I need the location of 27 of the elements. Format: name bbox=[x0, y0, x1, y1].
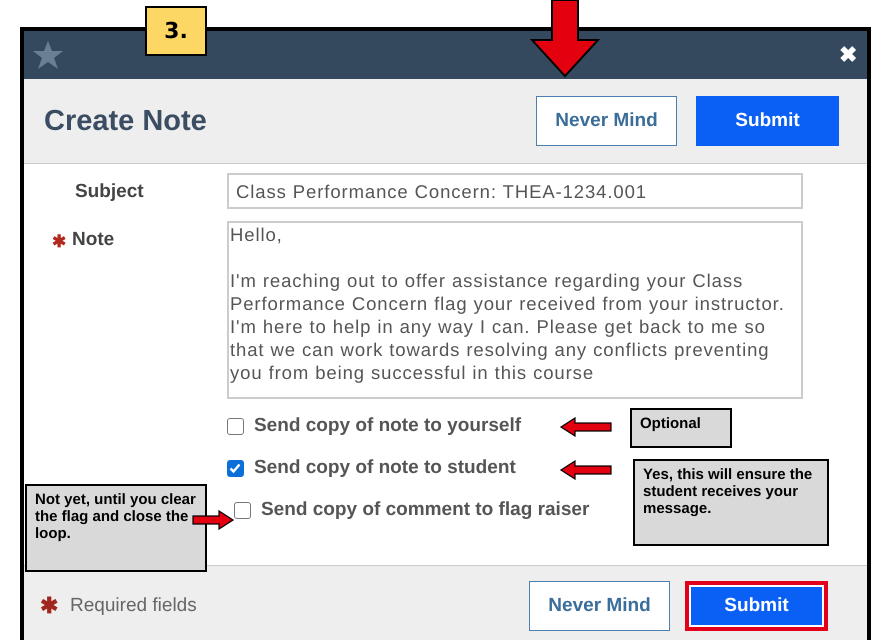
pointer-arrow bbox=[192, 510, 234, 530]
star-logo-icon bbox=[32, 39, 64, 71]
checkbox[interactable] bbox=[227, 418, 244, 434]
step-badge: 3. bbox=[145, 6, 207, 56]
checkbox-label: Send copy of note to yourself bbox=[254, 415, 522, 437]
field-label: Note bbox=[72, 229, 114, 251]
pointer-arrow bbox=[560, 417, 612, 437]
checkbox[interactable] bbox=[234, 502, 251, 518]
checkbox-label: Send copy of comment to flag raiser bbox=[261, 499, 590, 521]
dialog-title: Create Note bbox=[44, 104, 208, 138]
cancel-button[interactable]: Never Mind bbox=[536, 96, 677, 146]
callout-note: Yes, this will ensure the student receives your message. bbox=[633, 459, 829, 546]
callout-note: Optional bbox=[630, 408, 732, 448]
pointer-arrow bbox=[560, 460, 612, 480]
required-mark: ✱ bbox=[52, 231, 66, 252]
checkbox[interactable] bbox=[227, 460, 244, 476]
required-mark: ✱ bbox=[40, 593, 58, 619]
note-textarea[interactable]: Hello, I'm reaching out to offer assistance regarding your Class Performance Concern flag your received from your instructor. I'm here to help in any way I can. Please get back to me so that we can work towards resolving any conflicts preventing you from being successful in this course bbox=[227, 221, 803, 399]
callout-note: Not yet, until you clear the flag and close the loop. bbox=[25, 484, 207, 572]
cancel-button[interactable]: Never Mind bbox=[529, 581, 670, 631]
close-icon[interactable]: ✖ bbox=[839, 42, 857, 68]
submit-button[interactable]: Submit bbox=[696, 96, 839, 146]
checkbox-label: Send copy of note to student bbox=[254, 457, 516, 479]
required-fields-note: Required fields bbox=[70, 595, 197, 617]
field-label: Subject bbox=[75, 181, 144, 203]
subject-field[interactable]: Class Performance Concern: THEA-1234.001 bbox=[227, 173, 803, 209]
submit-button[interactable]: Submit bbox=[685, 581, 828, 631]
